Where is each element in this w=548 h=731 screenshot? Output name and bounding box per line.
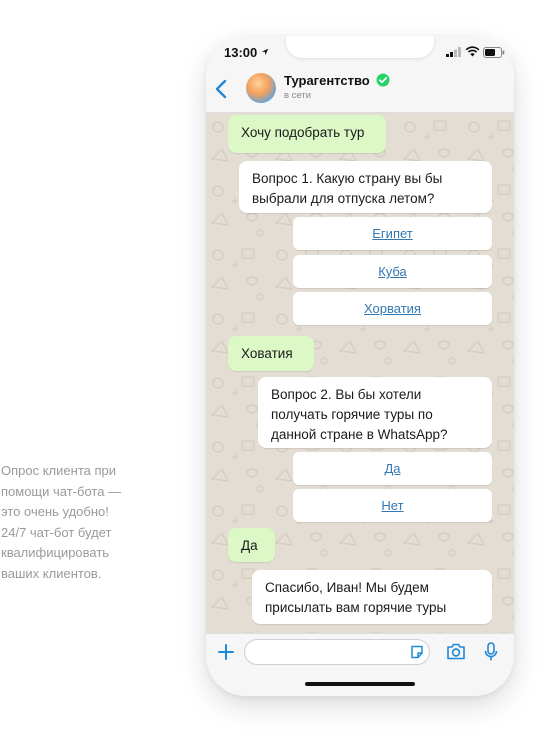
outgoing-message: Хочу подобрать тур [228, 115, 386, 153]
sticker-icon[interactable] [410, 645, 424, 659]
verified-badge-icon [376, 73, 390, 87]
caption-line: Опрос клиента при [1, 463, 116, 478]
message-text: Да [241, 538, 258, 553]
incoming-message: Вопрос 2. Вы бы хотели получать горячие … [258, 377, 492, 448]
wifi-icon [465, 46, 480, 57]
caption-line: помощи чат-бота — [1, 483, 122, 499]
microphone-icon[interactable] [484, 642, 498, 662]
contact-status: в сети [284, 90, 312, 101]
chat-area[interactable]: Хочу подобрать тур Вопрос 1. Какую стран… [206, 113, 514, 633]
caption-line: 24/7 чат-бот будет [1, 524, 112, 540]
reply-option-croatia[interactable]: Хорватия [293, 292, 492, 325]
message-text: Вопрос 1. Какую страну вы бы выбрали для… [252, 171, 443, 206]
home-indicator [305, 682, 415, 686]
reply-option-no[interactable]: Нет [293, 489, 492, 522]
reply-option-yes[interactable]: Да [293, 452, 492, 485]
caption-line: квалифицировать [1, 545, 110, 560]
reply-option-cuba[interactable]: Куба [293, 255, 492, 288]
camera-icon[interactable] [446, 643, 466, 660]
message-text: Ховатия [241, 346, 293, 361]
outgoing-message: Ховатия [228, 336, 314, 371]
incoming-message: Спасибо, Иван! Мы будем присылать вам го… [252, 570, 492, 624]
plus-icon[interactable] [217, 643, 235, 661]
phone-frame: 13:00 Турагентство в сети Хочу подобрать… [206, 36, 514, 696]
incoming-message: Вопрос 1. Какую страну вы бы выбрали для… [239, 161, 492, 213]
chat-header: Турагентство в сети [206, 70, 514, 113]
message-text: Вопрос 2. Вы бы хотели получать горячие … [271, 387, 448, 442]
caption-line: это очень удобно! [1, 504, 109, 519]
reply-option-egypt[interactable]: Египет [293, 217, 492, 250]
message-input[interactable] [244, 639, 430, 665]
contact-name[interactable]: Турагентство [284, 73, 370, 88]
message-input-bar [206, 633, 514, 696]
back-chevron-icon[interactable] [214, 78, 228, 100]
status-time: 13:00 [224, 45, 258, 60]
signal-icon [446, 47, 461, 57]
location-arrow-icon [261, 48, 269, 56]
message-text: Хочу подобрать тур [241, 125, 365, 140]
caption-line: ваших клиентов. [1, 565, 102, 581]
outgoing-message: Да [228, 528, 275, 562]
phone-notch [286, 36, 434, 58]
contact-avatar[interactable] [246, 73, 276, 103]
battery-icon [483, 47, 505, 58]
message-text: Спасибо, Иван! Мы будем присылать вам го… [265, 580, 447, 615]
side-caption: Опрос клиента при помощи чат-бота — это … [1, 461, 161, 584]
